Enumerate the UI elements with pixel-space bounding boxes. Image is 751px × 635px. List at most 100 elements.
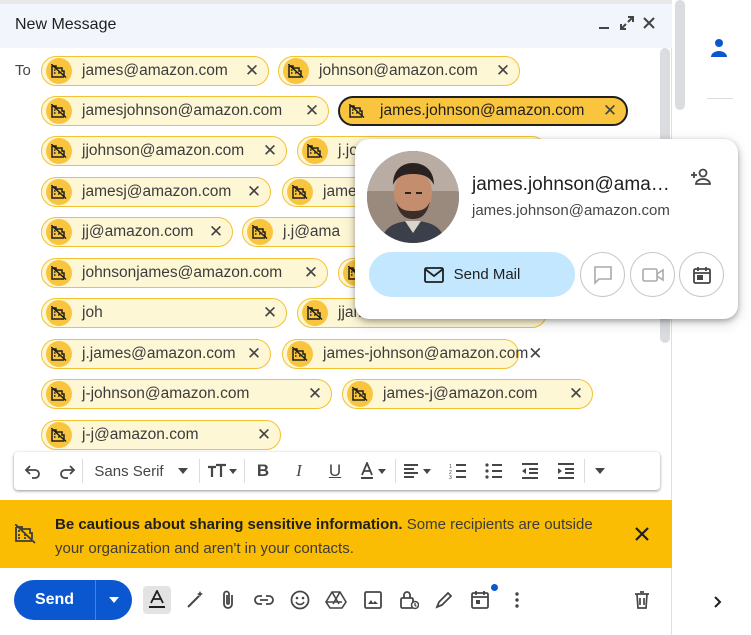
bulleted-list-icon[interactable] [476,452,512,490]
contacts-icon[interactable] [710,38,728,58]
close-compose-icon[interactable] [639,16,659,36]
send-button-group: Send [14,580,132,620]
help-me-write-icon[interactable] [181,586,209,614]
contact-name: james.johnson@ama… [472,174,670,195]
recipient-address: james.johnson@amazon.com [380,102,585,119]
redo-icon[interactable] [52,452,82,490]
external-domain-icon [46,138,72,164]
recipient-chip[interactable]: jj@amazon.com ✕ [41,217,233,247]
recipient-chip[interactable]: james@amazon.com ✕ [41,56,269,86]
remove-recipient-icon[interactable]: ✕ [304,101,320,121]
font-select-label: Sans Serif [94,462,164,480]
recipient-chip[interactable]: joh ✕ [41,298,287,328]
compose-title: New Message [15,16,117,33]
confidential-mode-icon[interactable] [395,586,423,614]
send-mail-button[interactable]: Send Mail [369,252,575,297]
external-domain-icon [46,179,72,205]
external-domain-icon [287,341,313,367]
recipient-chip[interactable]: james-j@amazon.com ✕ [342,379,593,409]
more-options-icon[interactable] [503,586,531,614]
insert-photo-icon[interactable] [359,586,387,614]
indent-more-icon[interactable] [548,452,584,490]
recipient-address: jamesjohnson@amazon.com [82,102,283,119]
remove-recipient-icon[interactable]: ✕ [208,222,224,242]
recipient-chip[interactable]: james.johnson@amazon.com ✕ [338,96,628,126]
remove-recipient-icon[interactable]: ✕ [246,344,262,364]
recipient-address: j-johnson@amazon.com [82,385,250,402]
external-domain-icon [46,381,72,407]
external-domain-icon [46,300,72,326]
remove-recipient-icon[interactable]: ✕ [568,384,584,404]
recipient-chip[interactable]: jamesjohnson@amazon.com ✕ [41,96,329,126]
remove-recipient-icon[interactable]: ✕ [528,344,542,364]
remove-recipient-icon[interactable]: ✕ [303,263,319,283]
remove-recipient-icon[interactable]: ✕ [602,101,618,121]
external-domain-icon [287,179,313,205]
contact-hover-card: james.johnson@ama… james.johnson@amazon.… [355,139,738,319]
recipient-chip[interactable]: johnson@amazon.com ✕ [278,56,520,86]
recipient-address: jame [323,183,357,200]
discard-draft-icon[interactable] [628,586,656,614]
send-button[interactable]: Send [14,580,96,620]
rail-divider [707,98,733,99]
recipient-chip[interactable]: james-johnson@amazon.com ✕ [282,339,543,369]
close-warning-icon[interactable] [634,526,650,542]
recipient-address: jj@amazon.com [82,223,194,240]
indent-less-icon[interactable] [512,452,548,490]
recipient-chip[interactable]: j-johnson@amazon.com ✕ [41,379,332,409]
schedule-meeting-button[interactable] [679,252,724,297]
recipient-address: j-j@amazon.com [82,426,199,443]
recipient-address: jamesj@amazon.com [82,183,232,200]
undo-icon[interactable] [14,452,52,490]
drive-icon[interactable] [322,586,350,614]
external-domain-icon [344,98,370,124]
schedule-event-icon[interactable] [466,584,498,614]
video-call-button[interactable] [630,252,675,297]
link-icon[interactable] [250,586,278,614]
remove-recipient-icon[interactable]: ✕ [262,303,278,323]
send-mail-label: Send Mail [453,266,521,283]
emoji-icon[interactable] [286,586,314,614]
recipient-chip[interactable]: jjohnson@amazon.com ✕ [41,136,287,166]
external-domain-icon [46,260,72,286]
external-domain-icon [347,381,373,407]
attach-icon[interactable] [214,586,242,614]
recipient-chip[interactable]: j-j@amazon.com ✕ [41,420,281,450]
page-scrollbar[interactable] [675,0,685,110]
font-size-icon[interactable] [200,452,244,490]
italic-icon[interactable]: I [281,452,317,490]
minimize-icon[interactable] [594,16,614,36]
signature-icon[interactable] [430,586,458,614]
recipient-chip[interactable]: jamesj@amazon.com ✕ [41,177,271,207]
fullscreen-icon[interactable] [617,16,637,36]
font-select[interactable]: Sans Serif [83,452,199,490]
new-feature-dot [491,584,498,591]
formatting-options-icon[interactable] [143,586,171,614]
chat-button[interactable] [580,252,625,297]
add-contact-icon[interactable] [690,165,714,189]
remove-recipient-icon[interactable]: ✕ [246,182,262,202]
recipient-chip[interactable]: j.james@amazon.com ✕ [41,339,271,369]
align-icon[interactable] [396,452,440,490]
underline-icon[interactable]: U [317,452,353,490]
schedule-send-dropdown[interactable] [96,580,132,620]
warning-text: Be cautious about sharing sensitive info… [55,513,615,561]
contact-avatar [367,151,459,243]
numbered-list-icon[interactable]: 123 [440,452,476,490]
more-formatting-icon[interactable] [585,452,615,490]
remove-recipient-icon[interactable]: ✕ [244,61,260,81]
external-recipients-warning: Be cautious about sharing sensitive info… [0,500,672,568]
remove-recipient-icon[interactable]: ✕ [307,384,323,404]
chevron-right-icon[interactable] [714,596,722,608]
external-domain-icon [46,219,72,245]
remove-recipient-icon[interactable]: ✕ [256,425,272,445]
mail-icon [423,266,444,283]
bold-icon[interactable]: B [245,452,281,490]
chevron-down-icon [109,597,119,603]
recipient-chip[interactable]: johnsonjames@amazon.com ✕ [41,258,328,288]
external-domain-icon [46,98,72,124]
svg-text:3: 3 [449,475,452,479]
remove-recipient-icon[interactable]: ✕ [495,61,511,81]
remove-recipient-icon[interactable]: ✕ [262,141,278,161]
text-color-icon[interactable] [353,452,395,490]
